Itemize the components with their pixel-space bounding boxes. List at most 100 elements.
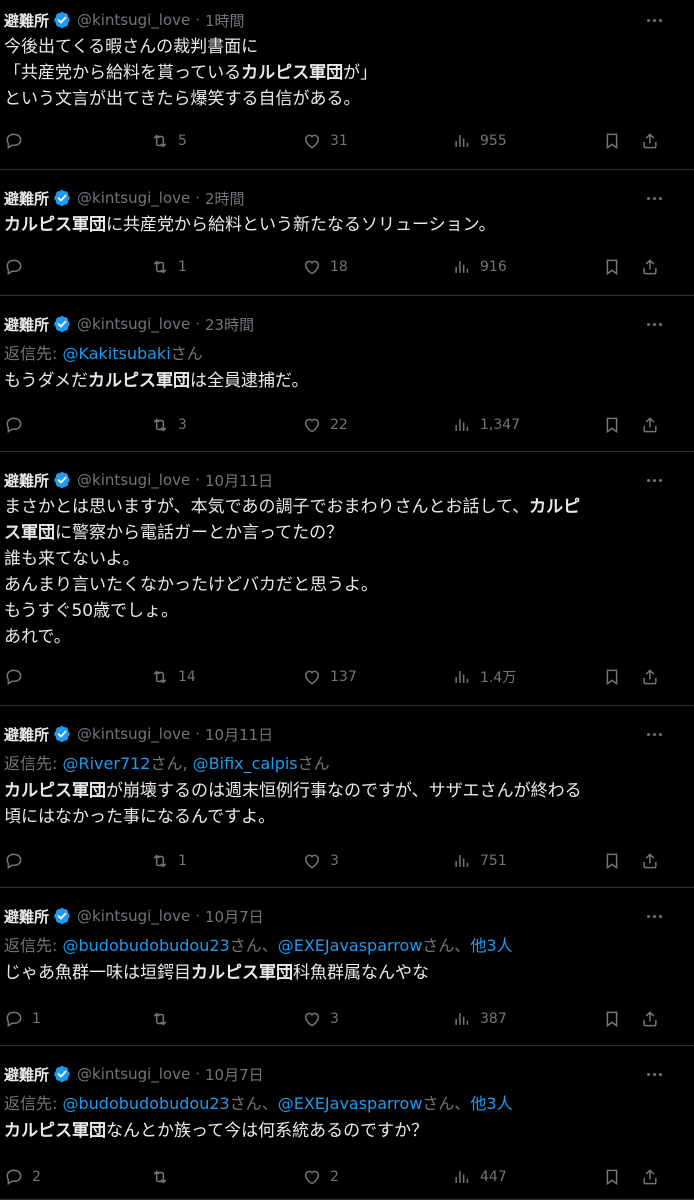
- reply-button[interactable]: [4, 846, 32, 876]
- bookmark-button[interactable]: [602, 662, 622, 692]
- views-button[interactable]: 751: [452, 846, 507, 876]
- reply-to-text: さん: [297, 754, 330, 773]
- like-button[interactable]: 18: [302, 252, 348, 282]
- tweet-item[interactable]: 避難所 @kintsugi_love · 2時間 カルピス軍団に共産党から給料という新た…: [0, 170, 694, 296]
- reply-to-text: 返信先:: [4, 1094, 63, 1113]
- mention-link[interactable]: @budobudobudou23: [62, 1094, 229, 1113]
- text-segment: という文言が出てきたら爆笑する自信がある。: [4, 89, 361, 109]
- tweet-item[interactable]: 避難所 @kintsugi_love · 10月7日 返信先: @budobudobud…: [0, 1046, 694, 1200]
- timestamp[interactable]: 2時間: [205, 188, 245, 209]
- like-button[interactable]: 3: [302, 846, 339, 876]
- like-icon: [304, 418, 320, 433]
- like-button[interactable]: 22: [302, 410, 348, 440]
- like-button[interactable]: 3: [302, 1004, 339, 1034]
- view-count: 387: [480, 1011, 507, 1027]
- timestamp[interactable]: 10月7日: [205, 1064, 264, 1085]
- reply-icon: [6, 133, 22, 150]
- retweet-button[interactable]: 5: [150, 126, 187, 156]
- retweet-button[interactable]: 14: [150, 662, 196, 692]
- views-button[interactable]: 1,347: [452, 410, 520, 440]
- tweet-item[interactable]: 避難所 @kintsugi_love · 10月7日 返信先: @budobudobud…: [0, 888, 694, 1046]
- like-button[interactable]: 2: [302, 1162, 339, 1192]
- share-button[interactable]: [640, 1162, 660, 1192]
- share-button[interactable]: [640, 1004, 660, 1034]
- bookmark-button[interactable]: [602, 252, 622, 282]
- bookmark-button[interactable]: [602, 410, 622, 440]
- handle[interactable]: @kintsugi_love: [77, 315, 190, 333]
- more-icon[interactable]: [642, 906, 666, 926]
- reply-button[interactable]: 1: [4, 1004, 41, 1034]
- mention-link[interactable]: @Bifix_calpis: [193, 754, 298, 773]
- mention-link[interactable]: 他3人: [470, 936, 512, 955]
- views-button[interactable]: 387: [452, 1004, 507, 1034]
- more-icon[interactable]: [642, 10, 666, 30]
- views-button[interactable]: 955: [452, 126, 507, 156]
- reply-button[interactable]: [4, 252, 32, 282]
- display-name[interactable]: 避難所: [4, 906, 49, 927]
- views-button[interactable]: 447: [452, 1162, 507, 1192]
- mention-link[interactable]: @River712: [62, 754, 150, 773]
- tweet-item[interactable]: 避難所 @kintsugi_love · 10月11日 まさかとは思いますが、本気であの…: [0, 452, 694, 706]
- handle[interactable]: @kintsugi_love: [77, 189, 190, 207]
- retweet-button[interactable]: 1: [150, 846, 187, 876]
- bookmark-button[interactable]: [602, 1162, 622, 1192]
- mention-link[interactable]: @EXEJavasparrow: [278, 1094, 423, 1113]
- retweet-button[interactable]: 1: [150, 252, 187, 282]
- reply-button[interactable]: [4, 126, 32, 156]
- bookmark-button[interactable]: [602, 1004, 622, 1034]
- retweet-button[interactable]: [150, 1004, 178, 1034]
- more-icon[interactable]: [642, 314, 666, 334]
- bookmark-button[interactable]: [602, 846, 622, 876]
- reply-button[interactable]: [4, 410, 32, 440]
- more-icon[interactable]: [642, 188, 666, 208]
- display-name[interactable]: 避難所: [4, 470, 49, 491]
- share-button[interactable]: [640, 126, 660, 156]
- share-button[interactable]: [640, 252, 660, 282]
- handle[interactable]: @kintsugi_love: [77, 1065, 190, 1083]
- timestamp[interactable]: 10月11日: [205, 724, 273, 745]
- reply-button[interactable]: 2: [4, 1162, 41, 1192]
- reply-button[interactable]: [4, 662, 32, 692]
- share-button[interactable]: [640, 846, 660, 876]
- separator-dot: ·: [195, 315, 200, 333]
- like-count: 2: [330, 1169, 339, 1185]
- share-button[interactable]: [640, 662, 660, 692]
- more-icon[interactable]: [642, 724, 666, 744]
- tweet-text: もうダメだカルピス軍団は全員逮捕だ。: [4, 368, 666, 394]
- like-button[interactable]: 137: [302, 662, 357, 692]
- handle[interactable]: @kintsugi_love: [77, 907, 190, 925]
- tweet-item[interactable]: 避難所 @kintsugi_love · 23時間 返信先: @Kakitsubakiさ…: [0, 296, 694, 452]
- views-button[interactable]: 1.4万: [452, 662, 516, 692]
- tweet-item[interactable]: 避難所 @kintsugi_love · 1時間 今後出てくる暇さんの裁判書面に 「共産党…: [0, 0, 694, 170]
- mention-link[interactable]: 他3人: [470, 1094, 512, 1113]
- reply-icon: [6, 1169, 22, 1186]
- like-button[interactable]: 31: [302, 126, 348, 156]
- timestamp[interactable]: 10月7日: [205, 906, 264, 927]
- separator-dot: ·: [195, 471, 200, 489]
- display-name[interactable]: 避難所: [4, 188, 49, 209]
- mention-link[interactable]: @budobudobudou23: [62, 936, 229, 955]
- views-button[interactable]: 916: [452, 252, 507, 282]
- retweet-button[interactable]: 3: [150, 410, 187, 440]
- more-icon[interactable]: [642, 470, 666, 490]
- display-name[interactable]: 避難所: [4, 314, 49, 335]
- share-icon: [643, 133, 657, 149]
- display-name[interactable]: 避難所: [4, 10, 49, 31]
- handle[interactable]: @kintsugi_love: [77, 725, 190, 743]
- mention-link[interactable]: @Kakitsubaki: [62, 344, 170, 363]
- tweet-header: 避難所 @kintsugi_love · 10月7日: [4, 904, 264, 928]
- mention-link[interactable]: @EXEJavasparrow: [278, 936, 423, 955]
- display-name[interactable]: 避難所: [4, 724, 49, 745]
- retweet-button[interactable]: [150, 1162, 178, 1192]
- timestamp[interactable]: 1時間: [205, 10, 245, 31]
- bookmark-button[interactable]: [602, 126, 622, 156]
- display-name[interactable]: 避難所: [4, 1064, 49, 1085]
- share-button[interactable]: [640, 410, 660, 440]
- handle[interactable]: @kintsugi_love: [77, 471, 190, 489]
- tweet-item[interactable]: 避難所 @kintsugi_love · 10月11日 返信先: @River712さん…: [0, 706, 694, 888]
- handle[interactable]: @kintsugi_love: [77, 11, 190, 29]
- more-icon[interactable]: [642, 1064, 666, 1084]
- timestamp[interactable]: 23時間: [205, 314, 254, 335]
- text-segment: が」: [343, 63, 378, 83]
- timestamp[interactable]: 10月11日: [205, 470, 273, 491]
